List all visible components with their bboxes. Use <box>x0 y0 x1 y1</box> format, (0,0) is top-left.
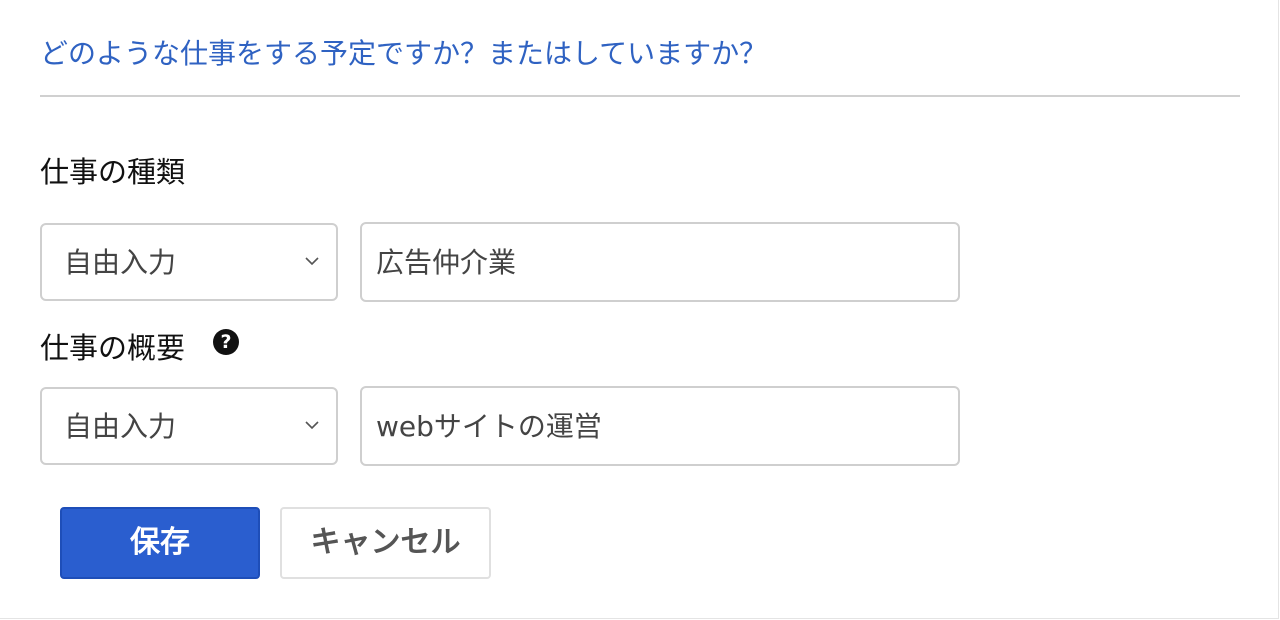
job-type-label: 仕事の種類 <box>40 155 186 189</box>
job-summary-input-value: webサイトの運営 <box>376 410 602 443</box>
job-type-input[interactable]: 広告仲介業 <box>360 222 960 302</box>
chevron-down-icon <box>305 421 319 430</box>
job-summary-label: 仕事の概要 <box>40 331 186 365</box>
job-type-select-value: 自由入力 <box>64 246 177 279</box>
job-type-select[interactable]: 自由入力 <box>40 223 338 301</box>
question-circle-icon[interactable]: ? <box>213 329 239 355</box>
job-form-card: どのような仕事をする予定ですか？またはしていますか？ 仕事の種類 自由入力 広告… <box>0 0 1279 619</box>
job-type-input-value: 広告仲介業 <box>376 246 517 279</box>
job-summary-input[interactable]: webサイトの運営 <box>360 386 960 466</box>
save-button[interactable]: 保存 <box>60 507 260 579</box>
cancel-button[interactable]: キャンセル <box>280 507 491 579</box>
job-summary-select[interactable]: 自由入力 <box>40 387 338 465</box>
page-title: どのような仕事をする予定ですか？またはしていますか？ <box>40 37 768 70</box>
job-summary-select-value: 自由入力 <box>64 410 177 443</box>
chevron-down-icon <box>305 257 319 266</box>
title-divider <box>40 95 1240 97</box>
